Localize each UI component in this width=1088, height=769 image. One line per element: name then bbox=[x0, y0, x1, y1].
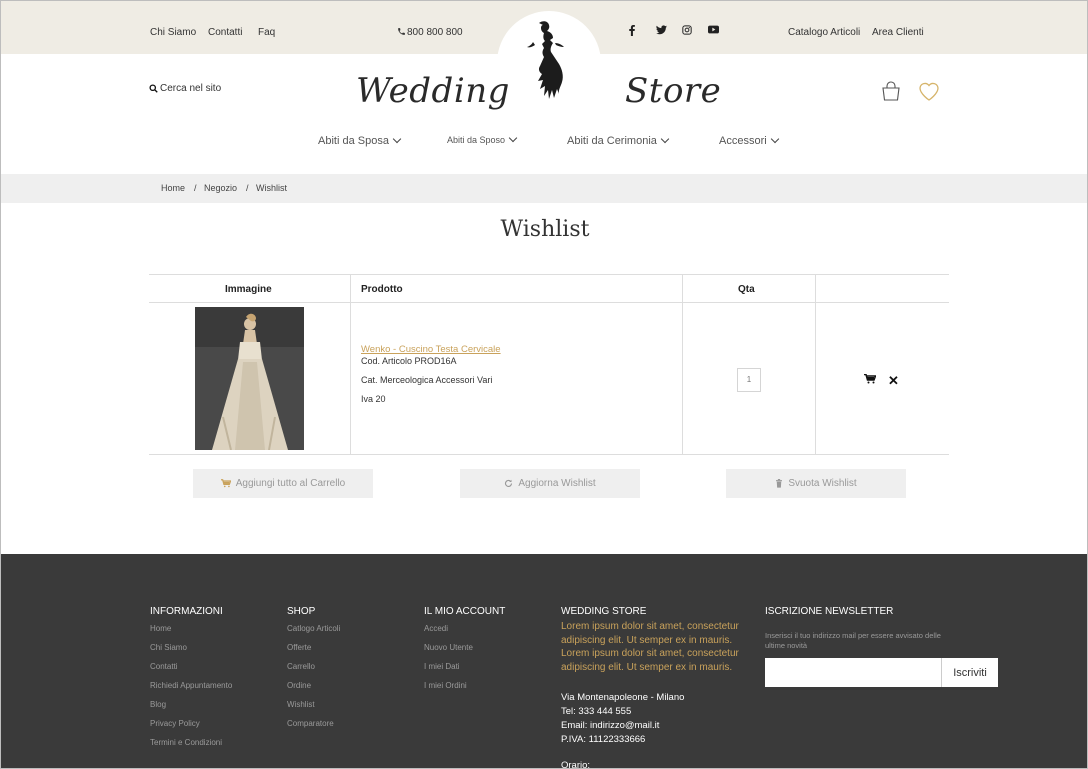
footer-link[interactable]: Chi Siamo bbox=[150, 643, 187, 652]
topbar-link-faq[interactable]: Faq bbox=[258, 27, 275, 38]
wishlist-table: Immagine Prodotto Qta Wenko - Cuscino Te… bbox=[149, 274, 949, 455]
heart-wishlist-icon[interactable] bbox=[917, 80, 941, 102]
quantity-input[interactable]: 1 bbox=[737, 368, 761, 392]
phone-icon bbox=[397, 27, 406, 39]
add-all-to-cart-button[interactable]: Aggiungi tutto al Carrello bbox=[193, 469, 373, 498]
product-vat: Iva 20 bbox=[361, 394, 386, 404]
cart-icon bbox=[220, 479, 231, 488]
footer-link[interactable]: Home bbox=[150, 624, 171, 633]
breadcrumb-home[interactable]: Home bbox=[161, 183, 185, 193]
product-image[interactable] bbox=[195, 307, 304, 450]
button-label: Aggiungi tutto al Carrello bbox=[235, 478, 346, 489]
search-bar[interactable]: Cerca nel sito bbox=[149, 83, 221, 94]
topbar-link-catalogo[interactable]: Catalogo Articoli bbox=[788, 27, 860, 38]
footer-title-newsletter: ISCRIZIONE NEWSLETTER bbox=[765, 606, 894, 617]
table-border bbox=[682, 274, 683, 455]
footer-title-shop: SHOP bbox=[287, 606, 316, 617]
footer-link[interactable]: Comparatore bbox=[287, 719, 334, 728]
instagram-icon[interactable] bbox=[682, 25, 692, 35]
footer-vat: P.IVA: 11122333666 bbox=[561, 734, 646, 745]
footer-link[interactable]: Privacy Policy bbox=[150, 719, 200, 728]
footer-title-store: WEDDING STORE bbox=[561, 606, 647, 617]
facebook-icon[interactable] bbox=[628, 25, 636, 36]
topbar-link-contatti[interactable]: Contatti bbox=[208, 27, 242, 38]
product-link[interactable]: Wenko - Cuscino Testa Cervicale bbox=[361, 344, 501, 355]
page-title: Wishlist bbox=[500, 217, 590, 242]
footer-link[interactable]: Nuovo Utente bbox=[424, 643, 473, 652]
footer-phone: Tel: 333 444 555 bbox=[561, 706, 632, 717]
topbar-link-chi-siamo[interactable]: Chi Siamo bbox=[150, 27, 196, 38]
brand-wedding[interactable]: Wedding bbox=[356, 71, 510, 111]
footer-link[interactable]: Accedi bbox=[424, 624, 448, 633]
footer-email[interactable]: Email: indirizzo@mail.it bbox=[561, 720, 659, 731]
nav-abiti-sposa[interactable]: Abiti da Sposa bbox=[318, 134, 402, 147]
update-wishlist-button[interactable]: Aggiorna Wishlist bbox=[460, 469, 640, 498]
remove-icon[interactable]: ✕ bbox=[888, 373, 899, 389]
footer-address: Via Montenapoleone - Milano bbox=[561, 692, 685, 703]
breadcrumb-separator: / bbox=[194, 183, 197, 193]
footer: INFORMAZIONI Home Chi Siamo Contatti Ric… bbox=[1, 554, 1087, 769]
nav-accessori[interactable]: Accessori bbox=[719, 134, 779, 147]
newsletter-email-input[interactable] bbox=[765, 658, 941, 687]
brand-store[interactable]: Store bbox=[625, 71, 721, 111]
phone-number[interactable]: 800 800 800 bbox=[407, 27, 463, 38]
footer-link[interactable]: Termini e Condizioni bbox=[150, 738, 222, 747]
dress-logo-icon bbox=[527, 21, 564, 99]
footer-link[interactable]: Blog bbox=[150, 700, 166, 709]
footer-link[interactable]: I miei Ordini bbox=[424, 681, 467, 690]
table-border bbox=[815, 274, 816, 455]
twitter-icon[interactable] bbox=[656, 25, 667, 35]
table-border bbox=[350, 274, 351, 455]
subscribe-button[interactable]: Iscriviti bbox=[941, 658, 998, 687]
nav-abiti-sposo[interactable]: Abiti da Sposo bbox=[447, 133, 518, 145]
table-border bbox=[149, 454, 949, 455]
topbar-link-area-clienti[interactable]: Area Clienti bbox=[872, 27, 924, 38]
chevron-down-icon bbox=[770, 134, 779, 144]
trash-icon bbox=[776, 479, 783, 488]
empty-wishlist-button[interactable]: Svuota Wishlist bbox=[726, 469, 906, 498]
column-header-image: Immagine bbox=[225, 284, 272, 295]
chevron-down-icon bbox=[660, 134, 670, 144]
column-header-product: Prodotto bbox=[361, 284, 403, 295]
footer-link[interactable]: Carrello bbox=[287, 662, 315, 671]
cart-icon[interactable] bbox=[864, 374, 876, 384]
footer-link[interactable]: Catlogo Articoli bbox=[287, 624, 340, 633]
footer-title-info: INFORMAZIONI bbox=[150, 606, 223, 617]
chevron-down-icon bbox=[508, 133, 518, 143]
footer-title-account: IL MIO ACCOUNT bbox=[424, 606, 506, 617]
footer-store-description: Lorem ipsum dolor sit amet, consectetur … bbox=[561, 621, 739, 673]
footer-hours-label: Orario: bbox=[561, 760, 591, 769]
youtube-icon[interactable] bbox=[708, 25, 719, 34]
nav-label: Abiti da Cerimonia bbox=[567, 135, 657, 147]
nav-label: Abiti da Sposo bbox=[447, 135, 506, 145]
page: Chi Siamo Contatti Faq 800 800 800 Catal… bbox=[0, 0, 1088, 769]
footer-link[interactable]: Contatti bbox=[150, 662, 178, 671]
product-code: Cod. Articolo PROD16A bbox=[361, 356, 457, 366]
shopping-bag-icon[interactable] bbox=[880, 80, 902, 102]
table-border bbox=[149, 302, 949, 303]
nav-label: Accessori bbox=[719, 135, 767, 147]
footer-link[interactable]: Richiedi Appuntamento bbox=[150, 681, 232, 690]
breadcrumb-negozio[interactable]: Negozio bbox=[204, 183, 237, 193]
footer-link[interactable]: Wishlist bbox=[287, 700, 315, 709]
search-icon bbox=[149, 84, 158, 93]
button-label: Svuota Wishlist bbox=[788, 478, 857, 489]
button-label: Aggiorna Wishlist bbox=[518, 478, 596, 489]
refresh-icon bbox=[505, 479, 513, 487]
product-category: Cat. Merceologica Accessori Vari bbox=[361, 375, 493, 385]
breadcrumb-wishlist: Wishlist bbox=[256, 183, 287, 193]
table-border bbox=[149, 274, 949, 275]
nav-abiti-cerimonia[interactable]: Abiti da Cerimonia bbox=[567, 134, 670, 147]
chevron-down-icon bbox=[392, 134, 402, 144]
column-header-qty: Qta bbox=[738, 284, 755, 295]
footer-link[interactable]: Ordine bbox=[287, 681, 311, 690]
newsletter-description: Inserisci il tuo indirizzo mail per esse… bbox=[765, 631, 941, 650]
footer-link[interactable]: I miei Dati bbox=[424, 662, 460, 671]
breadcrumb-separator: / bbox=[246, 183, 249, 193]
breadcrumb: Home / Negozio / Wishlist bbox=[1, 174, 1087, 203]
footer-link[interactable]: Offerte bbox=[287, 643, 311, 652]
search-label: Cerca nel sito bbox=[160, 83, 222, 94]
nav-label: Abiti da Sposa bbox=[318, 135, 389, 147]
